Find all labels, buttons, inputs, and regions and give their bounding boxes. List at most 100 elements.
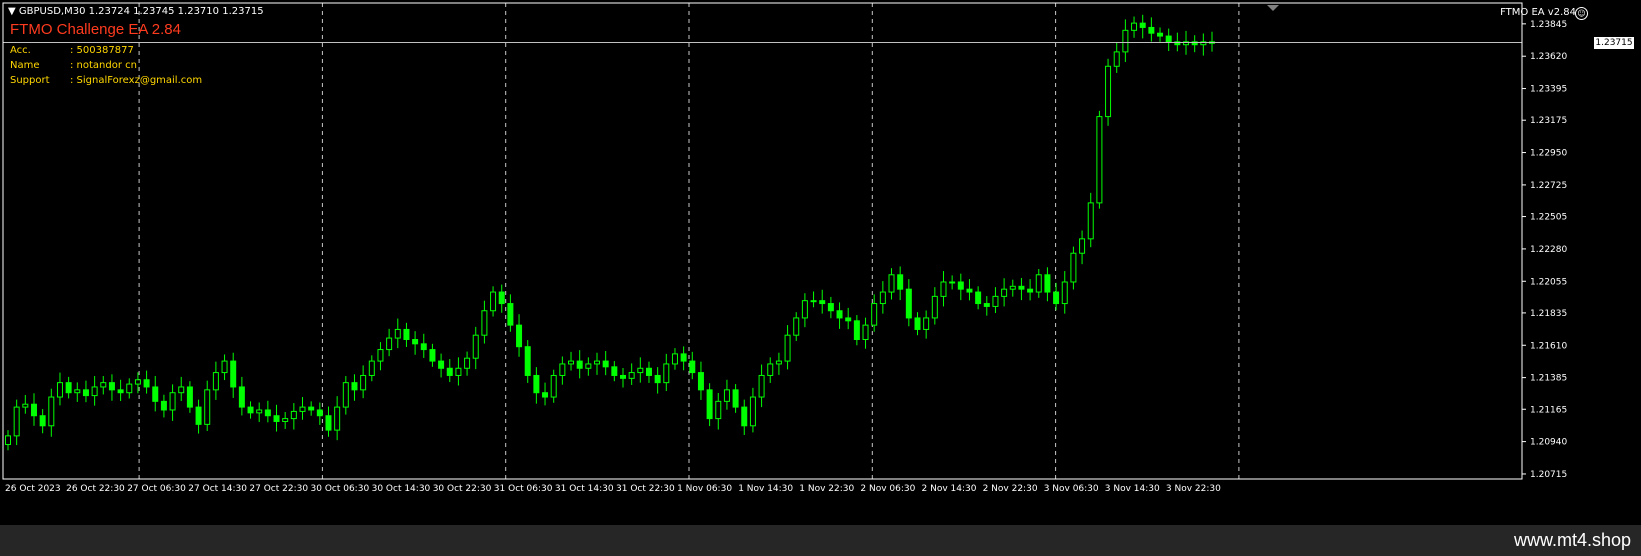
candle-body [91, 386, 98, 397]
candle-body [949, 281, 956, 284]
x-tick-label: 2 Nov 14:30 [922, 484, 977, 494]
x-tick-label: 30 Oct 14:30 [372, 484, 431, 494]
candle-body [966, 288, 973, 293]
candle-body [1165, 35, 1172, 43]
info-row-name: Name: notandor cn [10, 60, 137, 71]
candle-body [827, 303, 834, 312]
candle-body [940, 281, 947, 297]
candle-body [879, 291, 886, 305]
candle-body [386, 337, 393, 351]
candle-body [767, 363, 774, 376]
info-label: Acc. [10, 45, 31, 56]
y-tick-label: 1.21385 [1530, 374, 1567, 384]
candle-body [82, 389, 89, 397]
candle-body [429, 349, 436, 362]
info-row-account: Acc.: 500387877 [10, 45, 134, 56]
candle-body [490, 291, 497, 312]
candle-body [741, 406, 748, 427]
candle-body [836, 310, 843, 319]
candle-body [533, 374, 540, 394]
y-tick-label: 1.21835 [1530, 309, 1567, 319]
candle-body [507, 303, 514, 326]
x-tick-label: 2 Nov 06:30 [860, 484, 915, 494]
y-tick-label: 1.22505 [1530, 213, 1567, 223]
price-chart[interactable]: 26 Oct 2023 26 Oct 22:30 27 Oct 06:30 27 Oc… [0, 0, 1641, 525]
info-label: Name [10, 60, 40, 71]
candle-body [784, 334, 791, 362]
candle-body [1122, 29, 1129, 53]
x-tick-label: 3 Nov 06:30 [1044, 484, 1099, 494]
candle-body [1009, 285, 1016, 290]
smiley-icon[interactable]: ☺ [1575, 7, 1588, 20]
x-tick-label: 31 Oct 22:30 [616, 484, 675, 494]
candle-body [169, 392, 176, 411]
chart-area[interactable]: 26 Oct 2023 26 Oct 22:30 27 Oct 06:30 27 Oc… [0, 0, 1641, 525]
candle-body [195, 406, 202, 425]
candle-body [412, 339, 419, 345]
candle-body [654, 374, 661, 384]
candle-body [663, 363, 670, 384]
candle-body [30, 403, 37, 417]
watermark-text: www.mt4.shop [1513, 530, 1631, 550]
candle-body [602, 360, 609, 368]
symbol-info-text: GBPUSD,M30 1.23724 1.23745 1.23710 1.237… [18, 6, 264, 17]
candle-body [1061, 281, 1068, 305]
chart-axes: 26 Oct 2023 26 Oct 22:30 27 Oct 06:30 27 Oc… [2, 2, 1567, 494]
candle-body [481, 310, 488, 336]
candle-body [394, 328, 401, 339]
candle-body [498, 291, 505, 305]
candle-body [793, 317, 800, 336]
candle-body [1053, 291, 1060, 305]
candle-body [888, 274, 895, 293]
candle-body [905, 288, 912, 319]
candle-body [1035, 274, 1042, 293]
candle-body [290, 410, 297, 420]
candle-body [316, 409, 323, 417]
current-price-label: 1.23715 [1594, 36, 1634, 49]
y-tick-label: 1.23845 [1530, 20, 1567, 30]
ea-badge: FTMO EA v2.84 [1500, 7, 1576, 18]
candle-body [845, 317, 852, 322]
candle-body [1131, 22, 1138, 31]
candle-body [810, 300, 817, 303]
candle-body [706, 389, 713, 420]
candle-body [134, 379, 141, 385]
candle-body [1113, 51, 1120, 67]
candle-body [446, 367, 453, 376]
symbol-info[interactable]: ▼ GBPUSD,M30 1.23724 1.23745 1.23710 1.2… [8, 6, 264, 17]
x-tick-label: 31 Oct 06:30 [494, 484, 553, 494]
candle-body [1079, 238, 1086, 254]
footer-bar: www.mt4.shop [0, 525, 1641, 556]
candle-body [862, 324, 869, 341]
candle-body [975, 291, 982, 305]
x-tick-label: 1 Nov 06:30 [677, 484, 732, 494]
y-tick-label: 1.23620 [1530, 52, 1567, 62]
candle-body [126, 383, 133, 394]
chart-shift-marker[interactable] [1267, 5, 1279, 11]
candle-body [992, 295, 999, 307]
plot-frame [2, 2, 1523, 480]
candle-body [264, 409, 271, 417]
candle-body [715, 400, 722, 420]
x-tick-label: 27 Oct 14:30 [188, 484, 247, 494]
candle-body [342, 382, 349, 408]
x-tick-label: 2 Nov 22:30 [983, 484, 1038, 494]
y-tick-label: 1.20940 [1530, 438, 1567, 448]
candle-body [178, 386, 185, 394]
candle-body [438, 360, 445, 369]
candle-body [871, 303, 878, 326]
candle-body [568, 360, 575, 365]
candle-body [282, 418, 289, 422]
y-tick-label: 1.21165 [1530, 405, 1567, 415]
candle-body [56, 382, 63, 398]
x-tick-label: 30 Oct 06:30 [311, 484, 370, 494]
info-label: Support [10, 75, 50, 86]
candle-body [221, 360, 228, 374]
candle-body [360, 374, 367, 391]
candle-body [65, 382, 72, 394]
candle-body [368, 360, 375, 376]
dropdown-arrow-icon[interactable]: ▼ [8, 6, 16, 17]
candle-body [914, 317, 921, 330]
candle-body [74, 389, 81, 394]
candle-body [100, 382, 107, 388]
